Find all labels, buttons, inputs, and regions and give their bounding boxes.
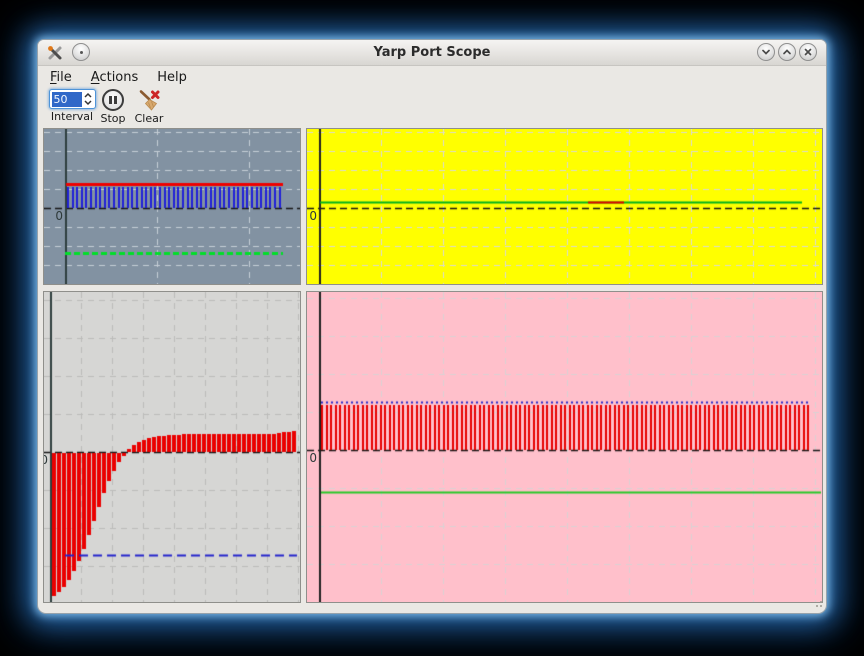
stop-label: Stop [100,113,125,125]
pause-circle-icon [102,89,124,111]
maximize-button[interactable] [778,43,796,61]
minimize-button[interactable] [757,43,775,61]
chevron-down-icon [761,47,771,57]
window-menu-button[interactable] [72,43,90,61]
plot-panel-bottom-right: 0 [306,291,823,603]
resize-grip[interactable] [813,601,822,610]
close-button[interactable] [799,43,817,61]
clear-label: Clear [135,113,164,125]
plot-canvas-bottom-left [44,292,300,602]
menubar: File Actions Help [38,66,826,88]
broom-icon [138,89,161,111]
axis-zero-label: 0 [43,454,48,466]
window-title: Yarp Port Scope [38,40,826,65]
interval-spinbox[interactable]: 50 [49,89,96,109]
clear-button[interactable]: Clear [127,89,171,125]
plot-canvas-top-right [307,129,822,284]
toolbar: 50 Interval Stop [38,88,826,129]
plot-canvas-bottom-right [307,292,822,602]
app-icon [46,44,64,62]
plot-panel-bottom-left: 0 [43,291,301,603]
interval-value: 50 [52,92,82,107]
axis-zero-label: 0 [306,452,317,464]
menu-file[interactable]: File [44,68,78,87]
interval-label: Interval [51,111,93,123]
titlebar[interactable]: Yarp Port Scope [38,40,826,66]
menu-help[interactable]: Help [151,68,193,87]
axis-zero-label: 0 [51,210,63,222]
app-window: Yarp Port Scope File Actions Help [37,39,827,614]
axis-zero-label: 0 [306,210,317,222]
menu-actions[interactable]: Actions [85,68,145,87]
close-icon [803,47,813,57]
plot-panel-top-right: 0 [306,128,823,285]
plot-panel-top-left: 0 [43,128,301,285]
chevron-up-icon [782,47,792,57]
dot-icon [80,51,83,54]
interval-tool: 50 Interval [47,89,97,123]
plot-canvas-top-left [44,129,300,284]
